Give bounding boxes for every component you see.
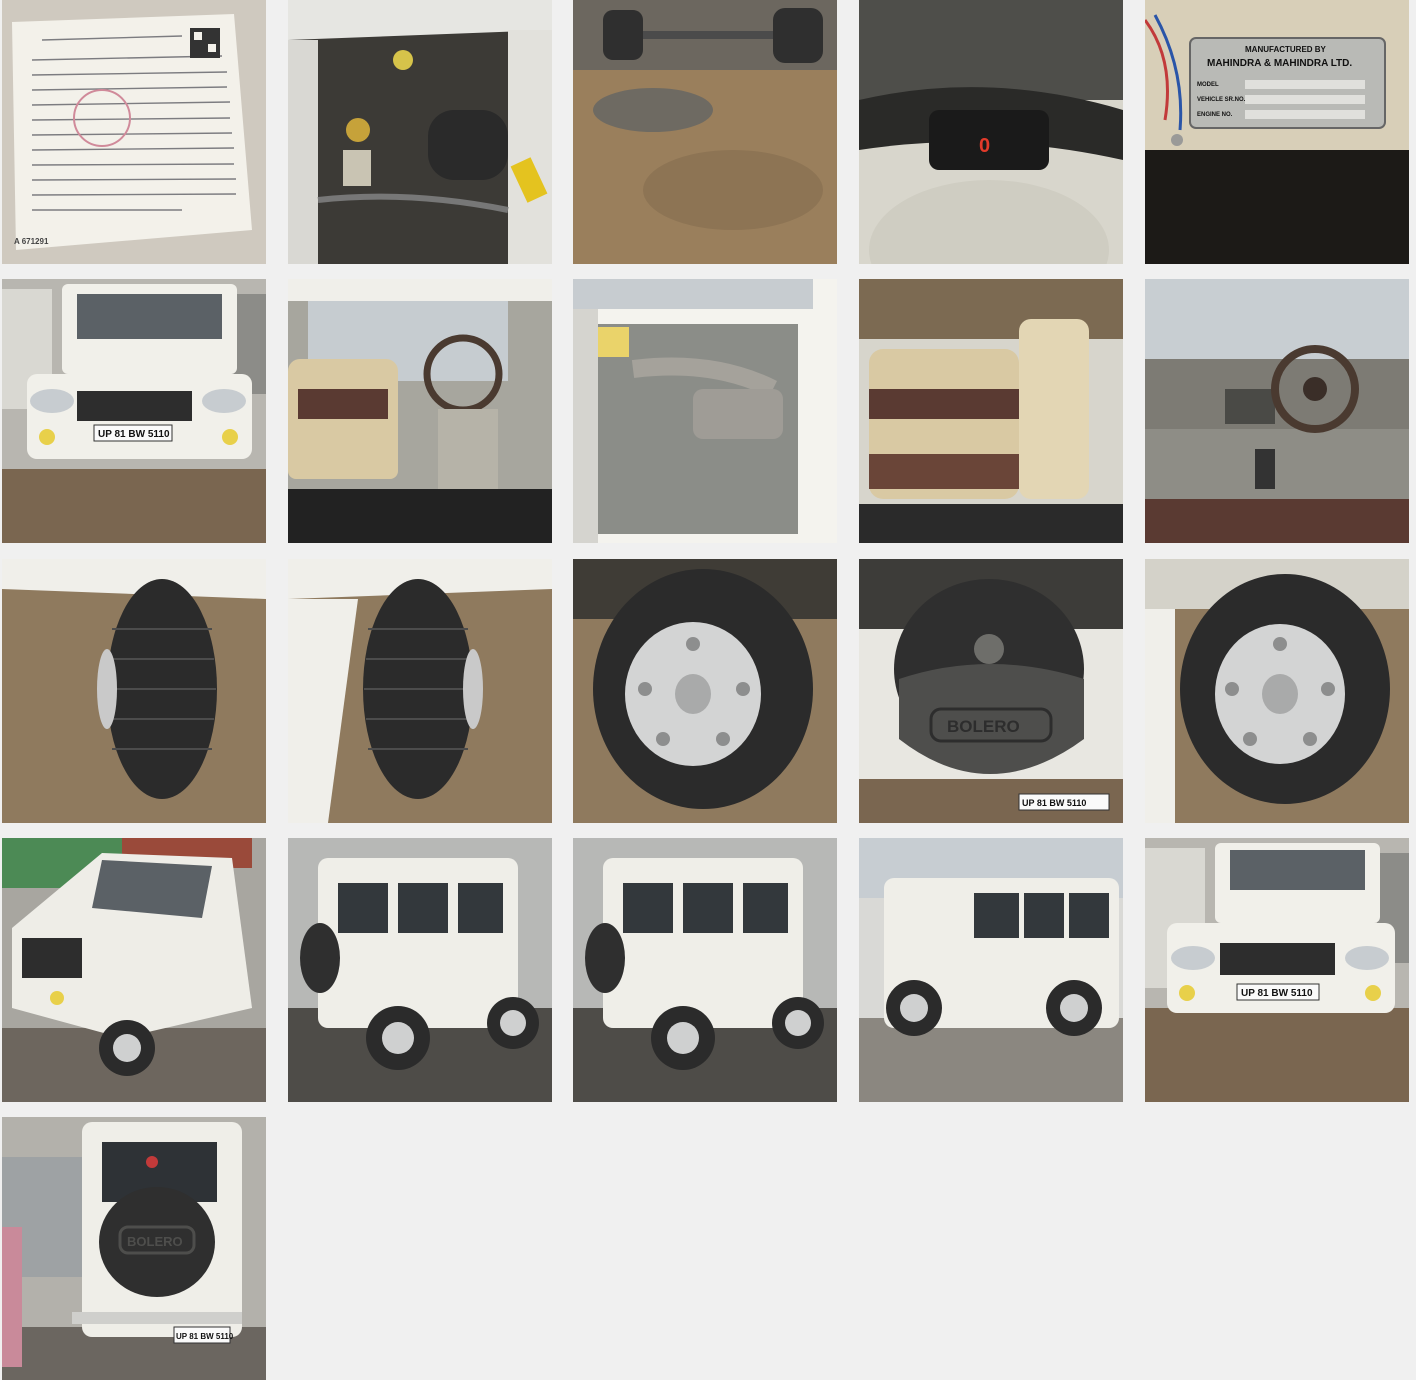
- front-view-image: UP 81 BW 5110: [2, 279, 266, 543]
- rear-wheel-image: [573, 559, 837, 823]
- plate-model-label: MODEL: [1197, 82, 1219, 88]
- spare-wheel-image: BOLERO UP 81 BW 5110: [859, 559, 1123, 823]
- plate-manufactured-by: MANUFACTURED BY: [1245, 45, 1327, 54]
- rear-plate-text: UP 81 BW 5110: [176, 1332, 234, 1341]
- svg-text:0: 0: [979, 135, 990, 157]
- photo-front-tyre-right[interactable]: [288, 559, 552, 823]
- engine-bay-image: [288, 0, 552, 264]
- photo-gallery: A 671291 0 MANUFACTURED BY MAHINDRA & MA…: [0, 0, 1416, 1380]
- photo-registration-certificate[interactable]: A 671291: [2, 0, 266, 264]
- instrument-cluster-image: 0: [859, 0, 1123, 264]
- photo-rear-wheel[interactable]: [573, 559, 837, 823]
- photo-front-tyre-left[interactable]: [2, 559, 266, 823]
- plate-engine-no-label: ENGINE NO.: [1197, 112, 1233, 118]
- rear-three-quarter-image: [288, 838, 552, 1102]
- photo-engine-bay[interactable]: [288, 0, 552, 264]
- photo-driver-cabin[interactable]: [288, 279, 552, 543]
- front-tyre-left-image: [2, 559, 266, 823]
- photo-rear-wheel-right[interactable]: [1145, 559, 1409, 823]
- front-tyre-right-image: [288, 559, 552, 823]
- side-view-image: [859, 838, 1123, 1102]
- photo-rear-three-quarter-2[interactable]: [573, 838, 837, 1102]
- certificate-serial: A 671291: [14, 237, 49, 246]
- rear-seats-image: [859, 279, 1123, 543]
- photo-manufacturer-plate[interactable]: MANUFACTURED BY MAHINDRA & MAHINDRA LTD.…: [1145, 0, 1409, 264]
- photo-side-view[interactable]: [859, 838, 1123, 1102]
- photo-door-panel[interactable]: [573, 279, 837, 543]
- photo-front-view[interactable]: UP 81 BW 5110: [2, 279, 266, 543]
- spare-plate-text: UP 81 BW 5110: [1022, 798, 1086, 808]
- rear-view-image: BOLERO UP 81 BW 5110: [2, 1117, 266, 1380]
- dashboard-image: [1145, 279, 1409, 543]
- photo-rear-seats[interactable]: [859, 279, 1123, 543]
- plate-vehicle-sr-label: VEHICLE SR.NO.: [1197, 97, 1246, 103]
- registration-certificate-image: A 671291: [2, 0, 266, 264]
- front-three-quarter-image: [2, 838, 266, 1102]
- front-view-2-image: UP 81 BW 5110: [1145, 838, 1409, 1102]
- photo-underbody[interactable]: [573, 0, 837, 264]
- door-panel-image: [573, 279, 837, 543]
- photo-front-three-quarter[interactable]: [2, 838, 266, 1102]
- rear-cover-text: BOLERO: [127, 1234, 183, 1249]
- photo-front-view-2[interactable]: UP 81 BW 5110: [1145, 838, 1409, 1102]
- driver-cabin-image: [288, 279, 552, 543]
- photo-rear-three-quarter[interactable]: [288, 838, 552, 1102]
- plate-maker-name: MAHINDRA & MAHINDRA LTD.: [1207, 58, 1352, 69]
- front-2-plate-text: UP 81 BW 5110: [1241, 988, 1313, 999]
- underbody-image: [573, 0, 837, 264]
- photo-dashboard[interactable]: [1145, 279, 1409, 543]
- spare-cover-text: BOLERO: [947, 717, 1020, 736]
- photo-instrument-cluster[interactable]: 0: [859, 0, 1123, 264]
- front-plate-text: UP 81 BW 5110: [98, 429, 170, 440]
- rear-three-quarter-2-image: [573, 838, 837, 1102]
- photo-spare-wheel[interactable]: BOLERO UP 81 BW 5110: [859, 559, 1123, 823]
- rear-wheel-right-image: [1145, 559, 1409, 823]
- photo-rear-view[interactable]: BOLERO UP 81 BW 5110: [2, 1117, 266, 1380]
- manufacturer-plate-image: MANUFACTURED BY MAHINDRA & MAHINDRA LTD.…: [1145, 0, 1409, 264]
